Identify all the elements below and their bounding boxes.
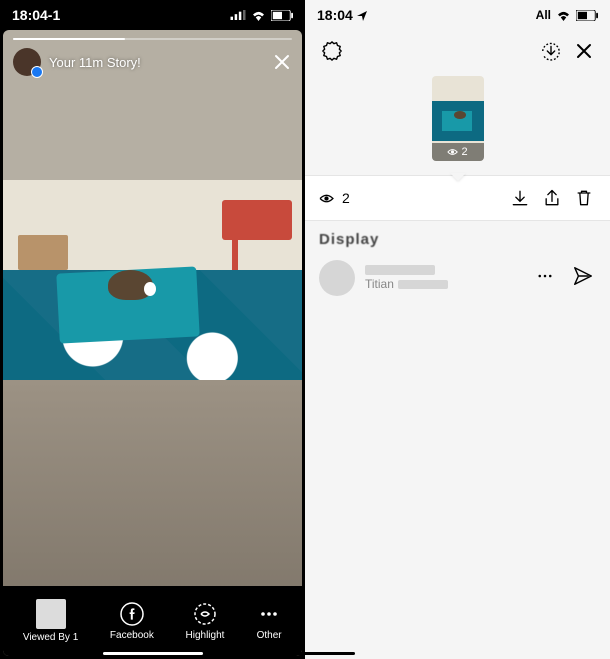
- download-icon: [510, 188, 530, 208]
- status-bar-left: 18:04-1: [0, 0, 305, 30]
- story-title: Your 11m Story!: [49, 55, 141, 70]
- battery-icon: [576, 10, 598, 21]
- views-count: 2: [342, 190, 350, 206]
- share-button[interactable]: [540, 186, 564, 210]
- eye-icon: [447, 148, 458, 156]
- viewer-more-button[interactable]: [534, 265, 556, 292]
- delete-button[interactable]: [572, 186, 596, 210]
- status-icons: All: [536, 8, 598, 22]
- viewer-avatar[interactable]: [319, 260, 355, 296]
- status-time: 18:04-1: [12, 7, 60, 23]
- viewer-thumb-icon: [36, 599, 66, 629]
- story-viewers-panel: 18:04 All 2 2: [305, 0, 610, 659]
- story-image: [3, 180, 302, 380]
- story-footer: Viewed By 1 Facebook Highlight Other: [3, 586, 302, 656]
- facebook-share-button[interactable]: Facebook: [110, 601, 154, 641]
- story-thumbnail-wrap: 2: [305, 72, 610, 175]
- wifi-icon: [251, 10, 266, 21]
- viewed-by-button[interactable]: Viewed By 1: [23, 599, 78, 643]
- wifi-icon: [556, 10, 571, 21]
- close-icon: [272, 52, 292, 72]
- trash-icon: [574, 188, 594, 208]
- story-progress-bar: [13, 38, 292, 40]
- status-bar-right: 18:04 All: [305, 0, 610, 30]
- close-viewers-button[interactable]: [572, 39, 596, 63]
- story-container[interactable]: Your 11m Story! Viewed By 1 Faceb: [3, 30, 302, 656]
- views-actions-row: 2: [305, 175, 610, 221]
- section-header: Display: [305, 221, 610, 254]
- settings-button[interactable]: [319, 38, 345, 64]
- gear-badge-icon: [321, 40, 343, 62]
- viewer-subname-redacted: [398, 280, 448, 289]
- save-all-button[interactable]: [538, 38, 564, 64]
- thumbnail-pointer: [450, 173, 466, 181]
- more-button[interactable]: Other: [256, 601, 282, 641]
- story-view-panel: 18:04-1 Your 11m Story!: [0, 0, 305, 659]
- viewers-top-bar: [305, 30, 610, 72]
- more-icon: [257, 602, 281, 626]
- story-thumbnail[interactable]: 2: [432, 76, 484, 161]
- location-icon: [357, 11, 367, 21]
- send-icon: [572, 265, 594, 287]
- viewer-text: Titian: [365, 265, 524, 291]
- highlight-icon: [193, 602, 217, 626]
- status-icons: [230, 10, 293, 21]
- close-icon: [574, 41, 594, 61]
- battery-icon: [271, 10, 293, 21]
- share-icon: [542, 188, 562, 208]
- home-indicator[interactable]: [103, 652, 203, 655]
- thumb-view-count: 2: [432, 143, 484, 161]
- download-circle-icon: [540, 40, 562, 62]
- home-indicator[interactable]: [255, 652, 355, 655]
- signal-label: All: [536, 8, 551, 22]
- status-time: 18:04: [317, 7, 353, 23]
- facebook-icon: [120, 602, 144, 626]
- signal-icon: [230, 10, 246, 20]
- viewer-subname: Titian: [365, 277, 394, 291]
- avatar[interactable]: [13, 48, 41, 76]
- close-story-button[interactable]: [272, 52, 292, 72]
- story-header: Your 11m Story!: [13, 48, 292, 76]
- eye-icon: [319, 193, 334, 204]
- send-message-button[interactable]: [570, 263, 596, 294]
- viewer-row[interactable]: Titian: [305, 254, 610, 302]
- viewer-name-redacted: [365, 265, 435, 275]
- more-icon: [536, 267, 554, 285]
- download-button[interactable]: [508, 186, 532, 210]
- highlight-button[interactable]: Highlight: [186, 601, 225, 641]
